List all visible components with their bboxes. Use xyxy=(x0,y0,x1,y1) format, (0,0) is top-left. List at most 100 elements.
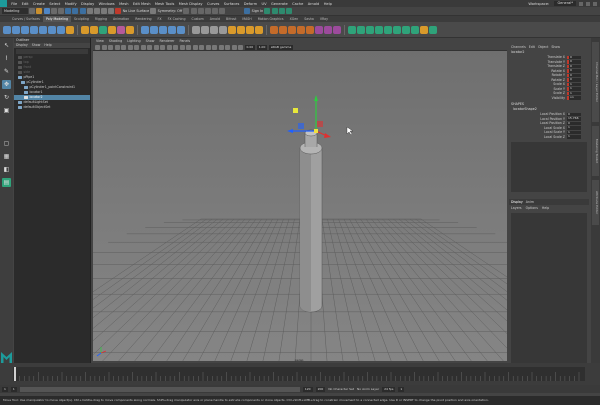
menu-select[interactable]: Select xyxy=(47,2,62,6)
smooth-shade-icon[interactable] xyxy=(166,44,172,50)
camera-attributes-icon[interactable] xyxy=(101,44,107,50)
symmetry-dropdown[interactable]: Symmetry: Off xyxy=(158,9,183,13)
gamma-field[interactable]: 1.00 xyxy=(256,44,268,50)
camera-select-icon[interactable] xyxy=(95,44,100,50)
cylindrical-map-icon[interactable] xyxy=(288,25,296,34)
grid-toggle-icon[interactable] xyxy=(121,44,126,50)
cylinder-mesh[interactable] xyxy=(299,129,323,313)
anim-start-field[interactable]: 1 xyxy=(2,386,8,392)
channel-attribute-value[interactable]: 15.766 xyxy=(567,116,581,121)
select-hierarchy-icon[interactable] xyxy=(65,8,72,14)
planar-map-icon[interactable] xyxy=(279,25,287,34)
film-gate-icon[interactable] xyxy=(127,44,133,50)
default-material-icon[interactable] xyxy=(173,44,178,50)
tab-attribute-editor[interactable]: Attribute Editor xyxy=(592,180,599,225)
attribute-editor-icon[interactable] xyxy=(271,8,278,14)
magnet-icon[interactable] xyxy=(115,8,122,14)
platonic-icon[interactable] xyxy=(66,25,74,34)
multi-cut-icon[interactable] xyxy=(192,25,200,34)
channel-attribute[interactable]: Local Scale Z1 xyxy=(509,134,589,140)
exposure-field[interactable]: 0.00 xyxy=(244,44,256,50)
menu-uv[interactable]: UV xyxy=(259,2,268,6)
shelf-tool-10-icon[interactable] xyxy=(429,25,437,34)
poly-torus-icon[interactable] xyxy=(39,25,47,34)
offset-loop-icon[interactable] xyxy=(246,25,254,34)
reduce-icon[interactable] xyxy=(126,25,134,34)
wireframe-on-shaded-icon[interactable] xyxy=(179,44,185,50)
select-tool-icon[interactable]: ↖ xyxy=(2,41,11,50)
ipr-render-icon[interactable] xyxy=(190,8,197,14)
soft-mod-icon[interactable] xyxy=(324,25,332,34)
bridge-icon[interactable] xyxy=(150,25,158,34)
channel-box-icon[interactable] xyxy=(286,8,293,14)
time-slider[interactable] xyxy=(0,363,600,385)
channel-attribute-value[interactable]: 1 xyxy=(567,86,581,91)
slide-edge-icon[interactable] xyxy=(255,25,263,34)
snap-grid-icon[interactable] xyxy=(86,8,93,14)
anim-layer-dropdown[interactable]: No Anim Layer xyxy=(357,387,379,391)
tab-modeling-toolkit[interactable]: Modeling Toolkit xyxy=(592,126,599,176)
shelf-tool-6-icon[interactable] xyxy=(393,25,401,34)
field-chart-icon[interactable] xyxy=(147,44,152,50)
locator1-marker[interactable] xyxy=(293,108,298,113)
shelf-tool-8-icon[interactable] xyxy=(411,25,419,34)
render-icon[interactable] xyxy=(183,8,190,14)
paint-select-icon[interactable]: ✎ xyxy=(2,67,11,76)
textured-icon[interactable] xyxy=(186,44,191,50)
shadows-icon[interactable] xyxy=(199,44,204,50)
edge-loop-icon[interactable] xyxy=(228,25,236,34)
workspace-dropdown[interactable]: General* xyxy=(554,1,576,6)
shelf-tool-4-icon[interactable] xyxy=(375,25,383,34)
range-end-field[interactable]: 120 xyxy=(302,386,313,392)
character-set-dropdown[interactable]: No Character Set xyxy=(328,387,354,391)
use-all-lights-icon[interactable] xyxy=(192,44,198,50)
gate-mask-icon[interactable] xyxy=(140,44,146,50)
outliner-menu-display[interactable]: Display xyxy=(16,43,28,48)
channel-attribute-value[interactable]: on xyxy=(567,95,581,100)
color-space-dropdown[interactable]: sRGB gamma xyxy=(268,44,294,50)
menu-deform[interactable]: Deform xyxy=(242,2,260,6)
safe-action-icon[interactable] xyxy=(153,44,159,50)
channel-attribute-value[interactable]: 1 xyxy=(567,125,581,130)
smooth-icon[interactable] xyxy=(108,25,116,34)
minimize-icon[interactable] xyxy=(579,1,583,6)
append-polygon-icon[interactable] xyxy=(177,25,185,34)
menu-modify[interactable]: Modify xyxy=(63,2,79,6)
combine-icon[interactable] xyxy=(81,25,89,34)
poly-cube-icon[interactable] xyxy=(12,25,20,34)
channel-attribute[interactable]: Visibility on xyxy=(509,95,589,101)
isolate-select-icon[interactable] xyxy=(225,44,230,50)
tab-channel-box-layer-editor[interactable]: Channel Box / Layer Editor xyxy=(592,42,599,122)
menu-edit[interactable]: Edit xyxy=(19,2,30,6)
modeling-toolkit-icon[interactable] xyxy=(264,8,271,14)
poly-disc-icon[interactable] xyxy=(57,25,65,34)
menu-mesh-tools[interactable]: Mesh Tools xyxy=(153,2,177,6)
live-surface-label[interactable]: No Live Surface xyxy=(123,9,150,13)
shelf-tool-3-icon[interactable] xyxy=(366,25,374,34)
shelf-tool-2-icon[interactable] xyxy=(357,25,365,34)
outliner-item[interactable]: defaultObjectSet xyxy=(14,105,90,110)
menu-surfaces[interactable]: Surfaces xyxy=(222,2,242,6)
time-slider-track[interactable] xyxy=(13,367,585,381)
poly-plane-icon[interactable] xyxy=(48,25,56,34)
mirror-icon[interactable] xyxy=(99,25,107,34)
connect-icon[interactable] xyxy=(210,25,218,34)
lasso-tool-icon[interactable]: ⌇ xyxy=(2,54,11,63)
ambient-occlusion-icon[interactable] xyxy=(205,44,211,50)
viewport-persp[interactable] xyxy=(93,51,507,361)
select-component-icon[interactable] xyxy=(79,8,86,14)
auto-map-icon[interactable] xyxy=(306,25,314,34)
shelf-tool-5-icon[interactable] xyxy=(384,25,392,34)
anim-end-field[interactable]: 200 xyxy=(315,386,326,392)
menu-arnold[interactable]: Arnold xyxy=(306,2,322,6)
menu-mesh[interactable]: Mesh xyxy=(117,2,131,6)
scale-tool-icon[interactable]: ▣ xyxy=(2,106,11,115)
outliner-search-input[interactable] xyxy=(16,49,88,54)
render-settings-icon[interactable] xyxy=(197,8,204,14)
poly-cylinder-icon[interactable] xyxy=(21,25,29,34)
range-slider[interactable] xyxy=(19,386,300,392)
depth-of-field-icon[interactable] xyxy=(218,44,224,50)
light-editor-icon[interactable] xyxy=(219,8,226,14)
boolean-icon[interactable] xyxy=(117,25,125,34)
menu-create[interactable]: Create xyxy=(31,2,47,6)
